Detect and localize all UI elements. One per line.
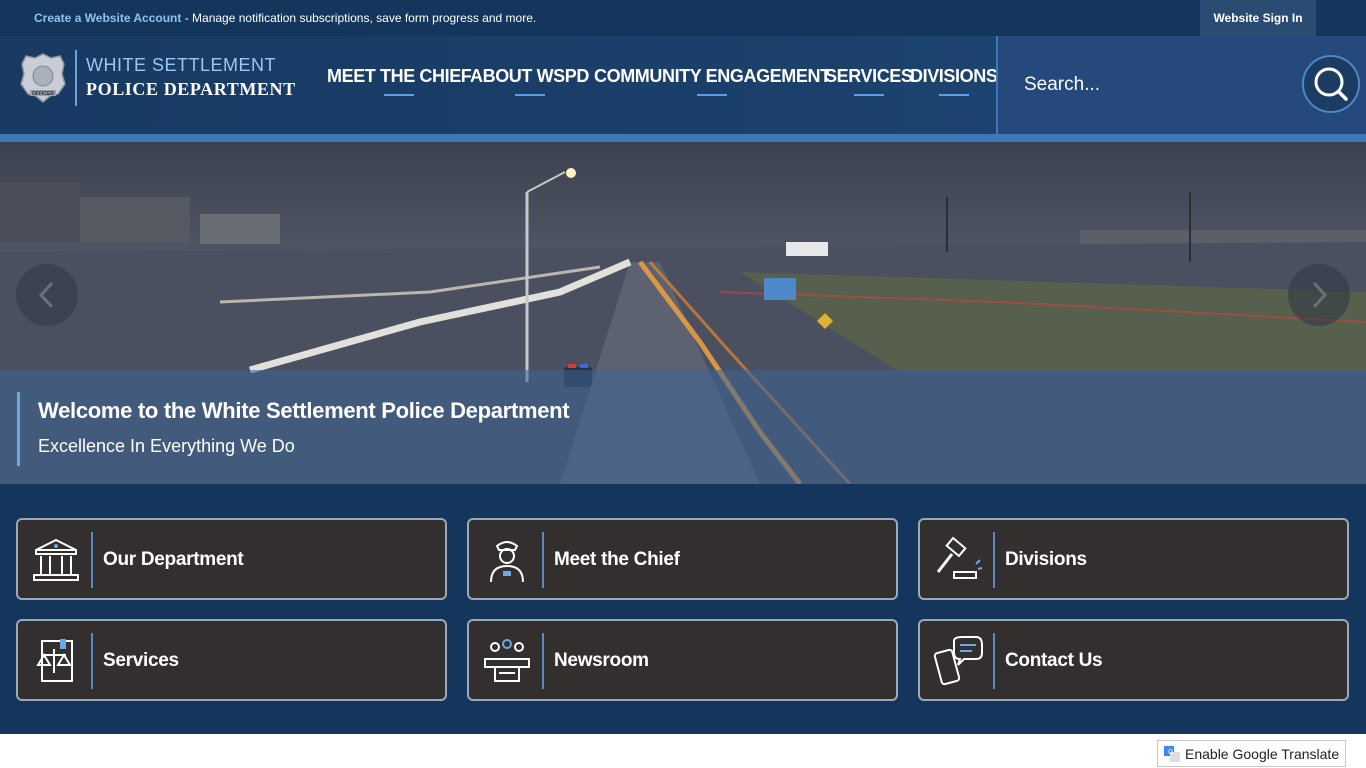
nav-underline xyxy=(697,94,728,96)
tile-label: Services xyxy=(103,650,179,671)
law-book-scales-icon xyxy=(36,639,73,682)
nav-label: COMMUNITY ENGAGEMENT xyxy=(594,66,831,86)
phone-chat-icon xyxy=(933,636,983,686)
search-input[interactable] xyxy=(1022,70,1282,100)
hero-title: Welcome to the White Settlement Police D… xyxy=(38,398,570,423)
tile-divider xyxy=(91,633,93,689)
chevron-left-icon xyxy=(38,281,54,309)
tile-label: Meet the Chief xyxy=(554,549,680,570)
quick-links: Our Department Meet the Chief Divisions xyxy=(0,484,1366,734)
tile-services[interactable]: Services xyxy=(16,619,447,701)
nav-services[interactable]: SERVICES xyxy=(825,66,913,106)
nav-meet-the-chief[interactable]: MEET THE CHIEF xyxy=(327,66,472,106)
header-accent-strip xyxy=(0,134,1366,142)
nav-divisions[interactable]: DIVISIONS xyxy=(910,66,998,106)
nav-about-wspd[interactable]: ABOUT WSPD xyxy=(470,66,589,106)
google-translate-icon: G xyxy=(1164,746,1180,762)
police-badge-icon: OFFICER xyxy=(20,53,66,103)
tile-newsroom[interactable]: Newsroom xyxy=(467,619,898,701)
tile-divider xyxy=(542,633,544,689)
account-message-text: - Manage notification subscriptions, sav… xyxy=(181,11,537,25)
nav-community-engagement[interactable]: COMMUNITY ENGAGEMENT xyxy=(594,66,831,106)
utility-bar: Create a Website Account - Manage notifi… xyxy=(0,0,1366,36)
nav-underline xyxy=(853,94,884,96)
badge-text: OFFICER xyxy=(32,91,54,97)
tile-divider xyxy=(542,532,544,588)
tile-label: Contact Us xyxy=(1005,650,1103,671)
hero-slideshow: Welcome to the White Settlement Police D… xyxy=(0,142,1366,484)
nav-label: MEET THE CHIEF xyxy=(327,66,472,86)
logo-line-1: WHITE SETTLEMENT xyxy=(86,55,277,75)
nav-underline xyxy=(514,94,545,96)
search-icon xyxy=(1314,67,1348,101)
logo-divider xyxy=(75,50,77,106)
logo-line-2: POLICE DEPARTMENT xyxy=(86,79,296,99)
create-account-link[interactable]: Create a Website Account xyxy=(34,11,181,25)
chevron-right-icon xyxy=(1312,281,1328,309)
tile-label: Newsroom xyxy=(554,650,649,671)
press-conference-icon xyxy=(484,639,530,682)
tile-our-department[interactable]: Our Department xyxy=(16,518,447,600)
search-button[interactable] xyxy=(1302,55,1360,113)
tile-meet-the-chief[interactable]: Meet the Chief xyxy=(467,518,898,600)
translate-label: Enable Google Translate xyxy=(1185,746,1340,762)
tile-divider xyxy=(993,532,995,588)
nav-underline xyxy=(938,94,969,96)
caption-accent-line xyxy=(17,392,20,466)
tile-label: Our Department xyxy=(103,549,244,570)
tile-contact-us[interactable]: Contact Us xyxy=(918,619,1349,701)
hero-subtitle: Excellence In Everything We Do xyxy=(38,436,295,456)
account-message: Create a Website Account - Manage notifi… xyxy=(34,11,536,25)
next-slide-button[interactable] xyxy=(1288,264,1350,326)
website-sign-in-button[interactable]: Website Sign In xyxy=(1200,0,1316,36)
tile-divider xyxy=(993,633,995,689)
nav-label: DIVISIONS xyxy=(910,66,998,86)
google-translate-button[interactable]: G Enable Google Translate xyxy=(1157,740,1346,767)
gavel-icon xyxy=(936,536,983,579)
police-officer-icon xyxy=(490,541,524,583)
courthouse-icon xyxy=(33,538,79,581)
nav-label: SERVICES xyxy=(825,66,913,86)
site-logo[interactable]: OFFICER WHITE SETTLEMENT POLICE DEPARTME… xyxy=(20,50,310,108)
previous-slide-button[interactable] xyxy=(16,264,78,326)
search-bar xyxy=(996,36,1366,134)
svg-text:G: G xyxy=(1168,749,1173,756)
nav-underline xyxy=(384,94,415,96)
hero-caption: Welcome to the White Settlement Police D… xyxy=(0,370,1366,484)
tile-label: Divisions xyxy=(1005,549,1087,570)
tile-divider xyxy=(91,532,93,588)
nav-label: ABOUT WSPD xyxy=(470,66,589,86)
tile-divisions[interactable]: Divisions xyxy=(918,518,1349,600)
